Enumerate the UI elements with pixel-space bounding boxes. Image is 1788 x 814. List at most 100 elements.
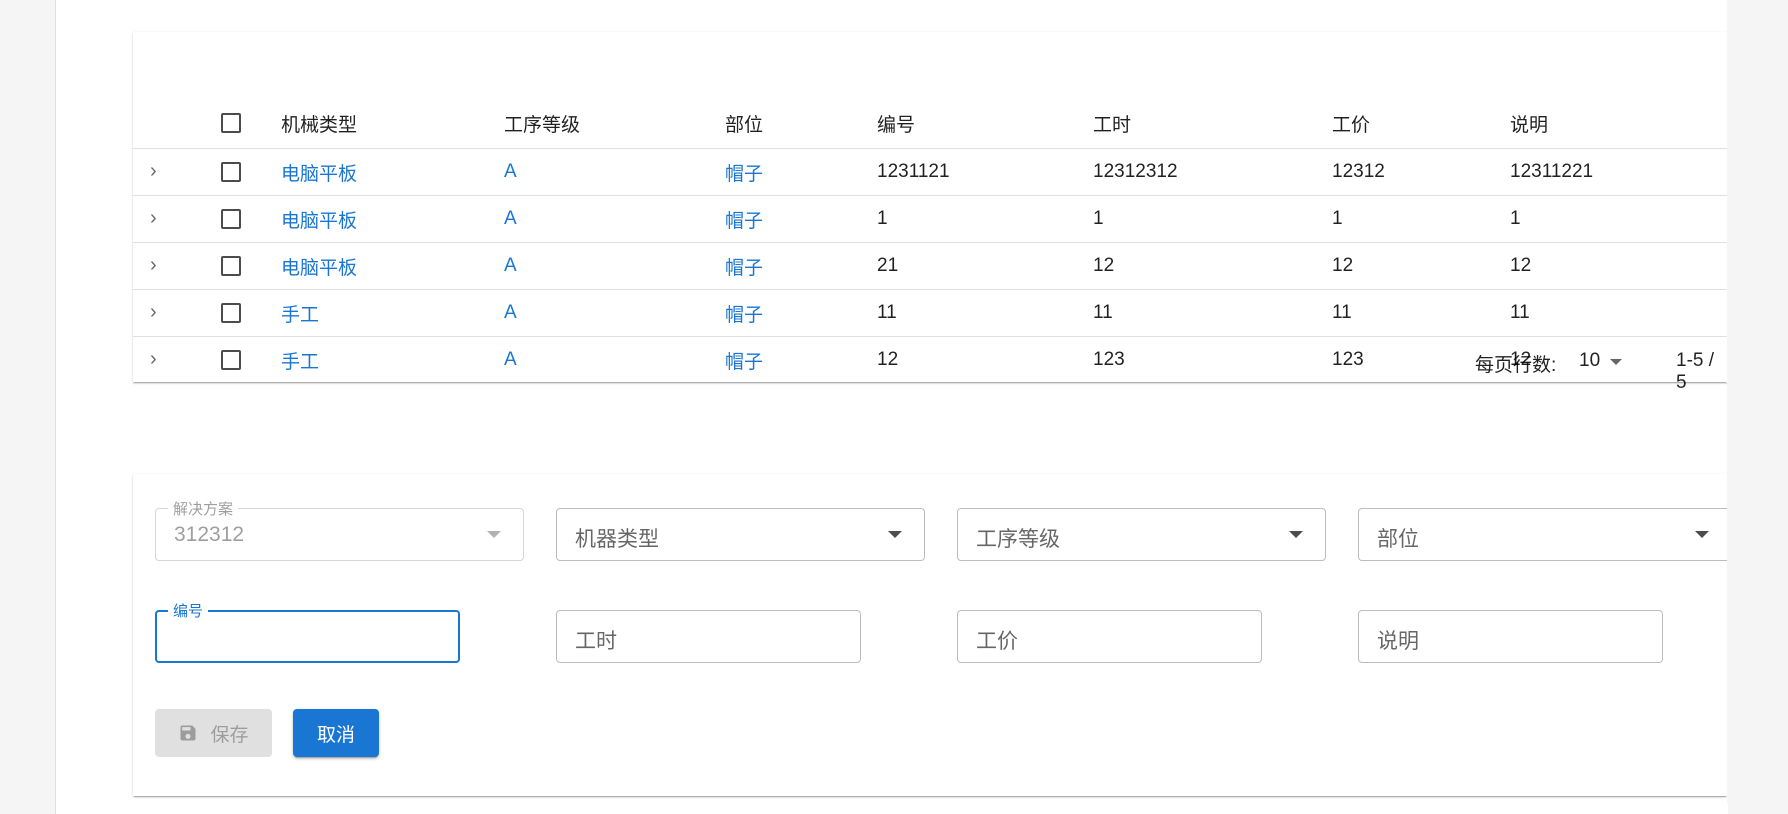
- rows-per-page-select[interactable]: 10: [1579, 350, 1600, 372]
- cell-process-level: A: [504, 289, 725, 337]
- cell-process-level-text[interactable]: A: [504, 161, 517, 182]
- hours-placeholder: 工时: [575, 630, 617, 653]
- cell-hours-text: 12: [1093, 255, 1115, 276]
- cell-machine-type-text[interactable]: 电脑平板: [281, 258, 357, 279]
- cell-hours: 12: [1093, 242, 1332, 290]
- row-checkbox[interactable]: [221, 255, 241, 276]
- process-level-placeholder: 工序等级: [976, 528, 1060, 551]
- cell-hours-text: 1: [1093, 208, 1104, 229]
- expand-cell: ›: [133, 289, 221, 337]
- select-all-checkbox[interactable]: [221, 112, 241, 133]
- chevron-right-icon[interactable]: ›: [150, 255, 160, 275]
- price-field[interactable]: 工价: [957, 610, 1262, 663]
- cell-process-level: A: [504, 242, 725, 290]
- cell-description-text: 12311221: [1510, 161, 1594, 182]
- chevron-down-icon: [487, 531, 501, 538]
- cell-machine-type-text[interactable]: 电脑平板: [281, 164, 357, 185]
- chevron-down-icon[interactable]: [1695, 531, 1709, 538]
- cancel-button-label: 取消: [316, 724, 355, 746]
- expand-cell: ›: [133, 148, 221, 196]
- cancel-button[interactable]: 取消: [293, 709, 379, 757]
- cell-part: 帽子: [725, 289, 877, 337]
- cell-process-level: A: [504, 148, 725, 196]
- cell-price: 11: [1332, 289, 1510, 337]
- save-button[interactable]: 保存: [155, 709, 272, 757]
- chevron-down-icon[interactable]: [888, 531, 902, 538]
- cell-hours: 12312312: [1093, 148, 1332, 196]
- header-description[interactable]: 说明: [1510, 98, 1727, 149]
- chevron-down-icon[interactable]: [1610, 359, 1622, 365]
- chevron-right-icon[interactable]: ›: [150, 302, 160, 322]
- table-row[interactable]: › 手工 A 帽子 11 11 11 11: [133, 289, 1727, 337]
- solution-select: 解决方案 312312: [155, 498, 524, 561]
- cell-machine-type-text[interactable]: 手工: [281, 305, 319, 326]
- row-checkbox[interactable]: [221, 302, 241, 323]
- select-all-cell: [221, 98, 281, 149]
- row-checkbox[interactable]: [221, 208, 241, 229]
- process-level-select[interactable]: 工序等级: [957, 508, 1326, 561]
- cell-description-text: 12: [1510, 255, 1532, 276]
- machine-type-placeholder: 机器类型: [575, 528, 659, 551]
- cell-description: 12: [1510, 242, 1727, 290]
- table-row[interactable]: › 电脑平板 A 帽子 1 1 1 1: [133, 195, 1727, 243]
- cell-machine-type: 电脑平板: [281, 195, 504, 243]
- expand-cell: ›: [133, 195, 221, 243]
- cell-machine-type: 手工: [281, 289, 504, 337]
- cell-description-text: 1: [1510, 208, 1521, 229]
- cell-part-text[interactable]: 帽子: [725, 305, 763, 326]
- price-placeholder: 工价: [976, 630, 1018, 653]
- chevron-right-icon[interactable]: ›: [150, 208, 160, 228]
- expand-header: [133, 98, 221, 149]
- cell-price-text: 12312: [1332, 161, 1385, 182]
- hours-field[interactable]: 工时: [556, 610, 861, 663]
- chevron-right-icon[interactable]: ›: [150, 161, 160, 181]
- part-select[interactable]: 部位: [1358, 508, 1727, 561]
- select-cell: [221, 148, 281, 196]
- cell-code: 1231121: [877, 148, 1093, 196]
- row-checkbox[interactable]: [221, 161, 241, 182]
- cell-price: 12312: [1332, 148, 1510, 196]
- table-row[interactable]: › 电脑平板 A 帽子 21 12 12 12: [133, 242, 1727, 290]
- cell-hours-text: 12312312: [1093, 161, 1178, 182]
- cell-hours-text: 11: [1093, 302, 1113, 323]
- cell-process-level-text[interactable]: A: [504, 302, 517, 323]
- chevron-down-icon[interactable]: [1289, 531, 1303, 538]
- code-field[interactable]: 编号: [155, 600, 460, 663]
- table-toolbar: [133, 32, 1727, 98]
- pagination-range: 1-5 / 5: [1676, 350, 1715, 393]
- header-part[interactable]: 部位: [725, 98, 877, 149]
- cell-code-text: 11: [877, 302, 897, 323]
- header-process-level[interactable]: 工序等级: [504, 98, 725, 149]
- cell-part-text[interactable]: 帽子: [725, 164, 763, 185]
- description-field[interactable]: 说明: [1358, 610, 1663, 663]
- cell-code-text: 21: [877, 255, 899, 276]
- cell-part-text[interactable]: 帽子: [725, 258, 763, 279]
- cell-machine-type-text[interactable]: 电脑平板: [281, 211, 357, 232]
- select-cell: [221, 289, 281, 337]
- cell-price: 1: [1332, 195, 1510, 243]
- header-price[interactable]: 工价: [1332, 98, 1510, 149]
- rows-per-page-label: 每页行数:: [1475, 355, 1557, 376]
- cell-part-text[interactable]: 帽子: [725, 211, 763, 232]
- cell-process-level-text[interactable]: A: [504, 255, 517, 276]
- table-row[interactable]: › 电脑平板 A 帽子 1231121 12312312 12312 12311221: [133, 148, 1727, 196]
- header-machine-type[interactable]: 机械类型: [281, 98, 504, 149]
- header-code[interactable]: 编号: [877, 98, 1093, 149]
- expand-cell: ›: [133, 242, 221, 290]
- cell-hours: 11: [1093, 289, 1332, 337]
- save-icon: [180, 725, 196, 741]
- save-button-label: 保存: [210, 724, 249, 746]
- cell-hours: 1: [1093, 195, 1332, 243]
- code-label: 编号: [168, 600, 209, 621]
- solution-label: 解决方案: [168, 498, 239, 519]
- table-header-row: 机械类型 工序等级 部位 编号 工时 工价 说明: [133, 98, 1727, 149]
- cell-machine-type: 电脑平板: [281, 148, 504, 196]
- header-hours[interactable]: 工时: [1093, 98, 1332, 149]
- cell-process-level-text[interactable]: A: [504, 208, 517, 229]
- form-actions: 保存 取消: [155, 701, 379, 765]
- cell-description: 12311221: [1510, 148, 1727, 196]
- cell-code: 1: [877, 195, 1093, 243]
- table-card: 机械类型 工序等级 部位 编号 工时 工价 说明 › 电脑平板 A 帽子 1231121…: [133, 32, 1727, 393]
- cell-code-text: 1: [877, 208, 888, 229]
- machine-type-select[interactable]: 机器类型: [556, 508, 925, 561]
